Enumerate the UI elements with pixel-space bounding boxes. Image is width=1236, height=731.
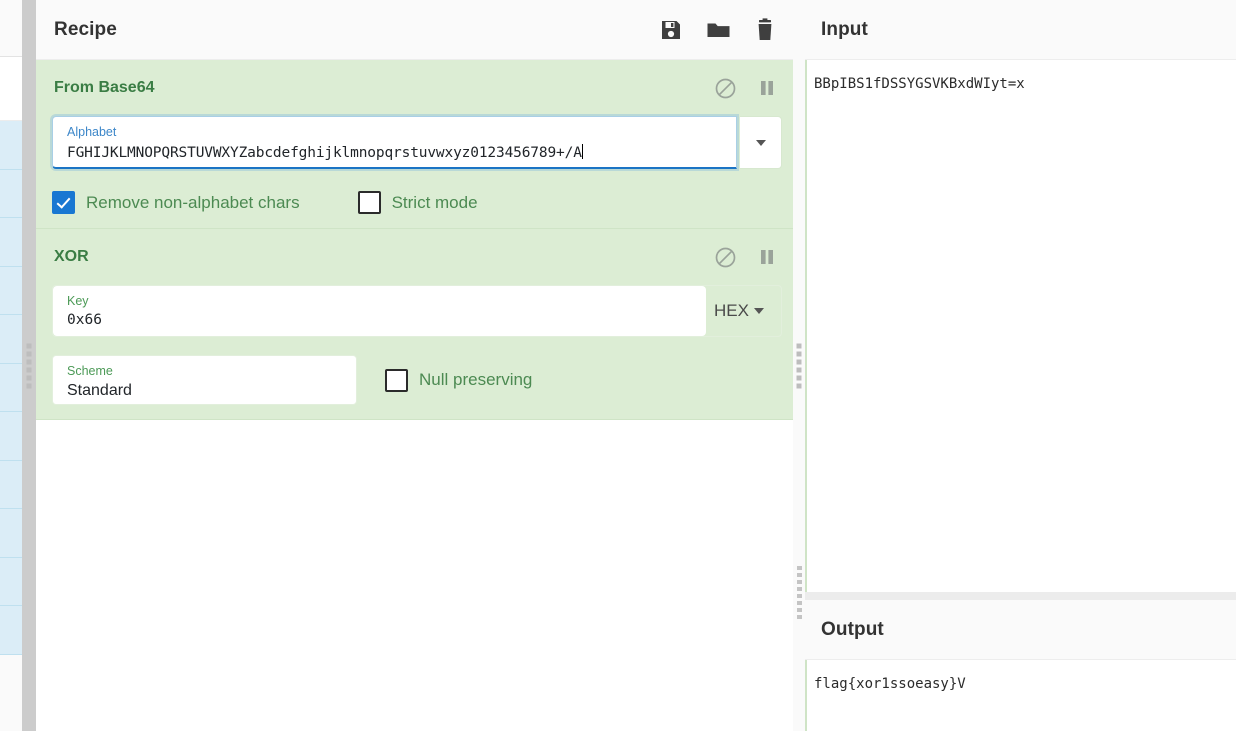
xor-key-field[interactable]: Key 0x66 HEX [52, 285, 782, 337]
operations-strip-header [0, 0, 22, 57]
operation-list-item[interactable] [0, 363, 22, 412]
chevron-down-icon [755, 139, 766, 146]
base64-options-row: Remove non-alphabet chars Strict mode [52, 169, 782, 214]
strict-mode-label: Strict mode [391, 192, 478, 212]
operation-list-item[interactable] [0, 169, 22, 218]
recipe-io-splitter[interactable] [793, 0, 805, 731]
alphabet-row: Alphabet FGHIJKLMNOPQRSTUVWXYZabcdefghij… [52, 116, 782, 169]
output-panel: Output flag{xor1ssoeasy}V [805, 600, 1236, 731]
operation-body: Alphabet FGHIJKLMNOPQRSTUVWXYZabcdefghij… [36, 116, 798, 214]
recipe-empty-area[interactable] [36, 420, 798, 677]
splitter-grip-icon [796, 343, 802, 388]
chevron-down-icon [754, 308, 764, 314]
operation-list-item[interactable] [0, 315, 22, 364]
save-icon[interactable] [658, 17, 684, 43]
alphabet-label: Alphabet [67, 125, 117, 139]
text-cursor [581, 143, 583, 159]
recipe-controls [658, 17, 778, 43]
recipe-operation-list[interactable]: From Base64 Alphabet FGHIJKLMNOPQRSTUVWX… [36, 60, 798, 677]
xor-key-value: 0x66 [67, 311, 102, 328]
checkbox-checked-icon [52, 191, 75, 214]
recipe-panel: Recipe From Base64 Alphabet FGHIJKLMNOPQ… [36, 0, 799, 731]
output-title: Output [821, 618, 884, 640]
xor-scheme-select[interactable]: Scheme Standard [52, 355, 357, 405]
disable-operation-icon[interactable] [714, 77, 736, 99]
splitter-grip-icon [26, 343, 32, 388]
null-preserving-checkbox[interactable]: Null preserving [385, 368, 533, 392]
operation-list-item[interactable] [0, 460, 22, 509]
strict-mode-checkbox[interactable]: Strict mode [357, 191, 478, 214]
null-preserving-label: Null preserving [419, 370, 533, 389]
recipe-title-bar: Recipe [36, 0, 798, 60]
operation-icons [714, 77, 778, 99]
alphabet-input[interactable]: Alphabet FGHIJKLMNOPQRSTUVWXYZabcdefghij… [52, 116, 737, 169]
operations-strip-footer [0, 654, 22, 715]
input-output-splitter[interactable] [797, 566, 1236, 619]
checkbox-unchecked-icon [385, 368, 408, 392]
output-title-bar: Output [805, 600, 1236, 660]
operation-body: Key 0x66 HEX Scheme Standard Null preser… [36, 285, 798, 405]
operation-title: XOR [54, 248, 89, 265]
disable-operation-icon[interactable] [714, 246, 736, 268]
xor-scheme-label: Scheme [67, 364, 113, 378]
operation-list-item[interactable] [0, 412, 22, 461]
operation-icons [714, 246, 778, 268]
cyberchef-app: Recipe From Base64 Alphabet FGHIJKLMNOPQ… [0, 0, 1236, 731]
recipe-operation-xor[interactable]: XOR Key 0x66 HEX Scheme Standard Null pr… [36, 229, 798, 420]
xor-scheme-value: Standard [67, 381, 132, 399]
remove-non-alphabet-chars-checkbox[interactable]: Remove non-alphabet chars [52, 191, 300, 214]
operation-list-item[interactable] [0, 266, 22, 315]
operations-strip [0, 0, 23, 731]
page-title: Recipe [54, 18, 117, 40]
input-title: Input [821, 18, 868, 40]
xor-key-input[interactable]: Key 0x66 [53, 286, 707, 336]
remove-non-alphabet-chars-label: Remove non-alphabet chars [86, 192, 300, 212]
alphabet-value-wrapper: FGHIJKLMNOPQRSTUVWXYZabcdefghijklmnopqrs… [53, 139, 736, 168]
xor-key-type-value: HEX [714, 301, 749, 320]
trash-icon[interactable] [752, 17, 778, 43]
operation-header: From Base64 [36, 60, 798, 116]
xor-scheme-row: Scheme Standard Null preserving [52, 355, 782, 405]
operation-list-item[interactable] [0, 557, 22, 606]
operation-list-item[interactable] [0, 606, 22, 655]
input-panel: Input BBpIBS1fDSSYGSVKBxdWIyt=x [805, 0, 1236, 592]
xor-key-type-dropdown[interactable]: HEX [706, 286, 781, 336]
checkbox-unchecked-icon [357, 191, 381, 214]
xor-key-label: Key [67, 294, 89, 308]
operation-list-item[interactable] [0, 121, 22, 170]
alphabet-dropdown-toggle[interactable] [740, 116, 782, 169]
io-column: Input BBpIBS1fDSSYGSVKBxdWIyt=x Output f… [797, 0, 1236, 731]
operations-strip-favourites [0, 57, 22, 121]
operation-list-item[interactable] [0, 218, 22, 267]
alphabet-value: FGHIJKLMNOPQRSTUVWXYZabcdefghijklmnopqrs… [67, 144, 582, 161]
input-textarea[interactable]: BBpIBS1fDSSYGSVKBxdWIyt=x [805, 60, 1236, 592]
recipe-operation-from-base64[interactable]: From Base64 Alphabet FGHIJKLMNOPQRSTUVWX… [36, 60, 798, 229]
operation-title: From Base64 [54, 79, 155, 96]
splitter-grip-icon [797, 566, 802, 619]
breakpoint-pause-icon[interactable] [756, 246, 778, 268]
output-textarea[interactable]: flag{xor1ssoeasy}V [805, 660, 1236, 731]
operations-recipe-splitter[interactable] [22, 0, 36, 731]
operation-list-item[interactable] [0, 509, 22, 558]
breakpoint-pause-icon[interactable] [756, 77, 778, 99]
operation-header: XOR [36, 229, 798, 285]
folder-icon[interactable] [705, 17, 731, 43]
input-title-bar: Input [805, 0, 1236, 60]
